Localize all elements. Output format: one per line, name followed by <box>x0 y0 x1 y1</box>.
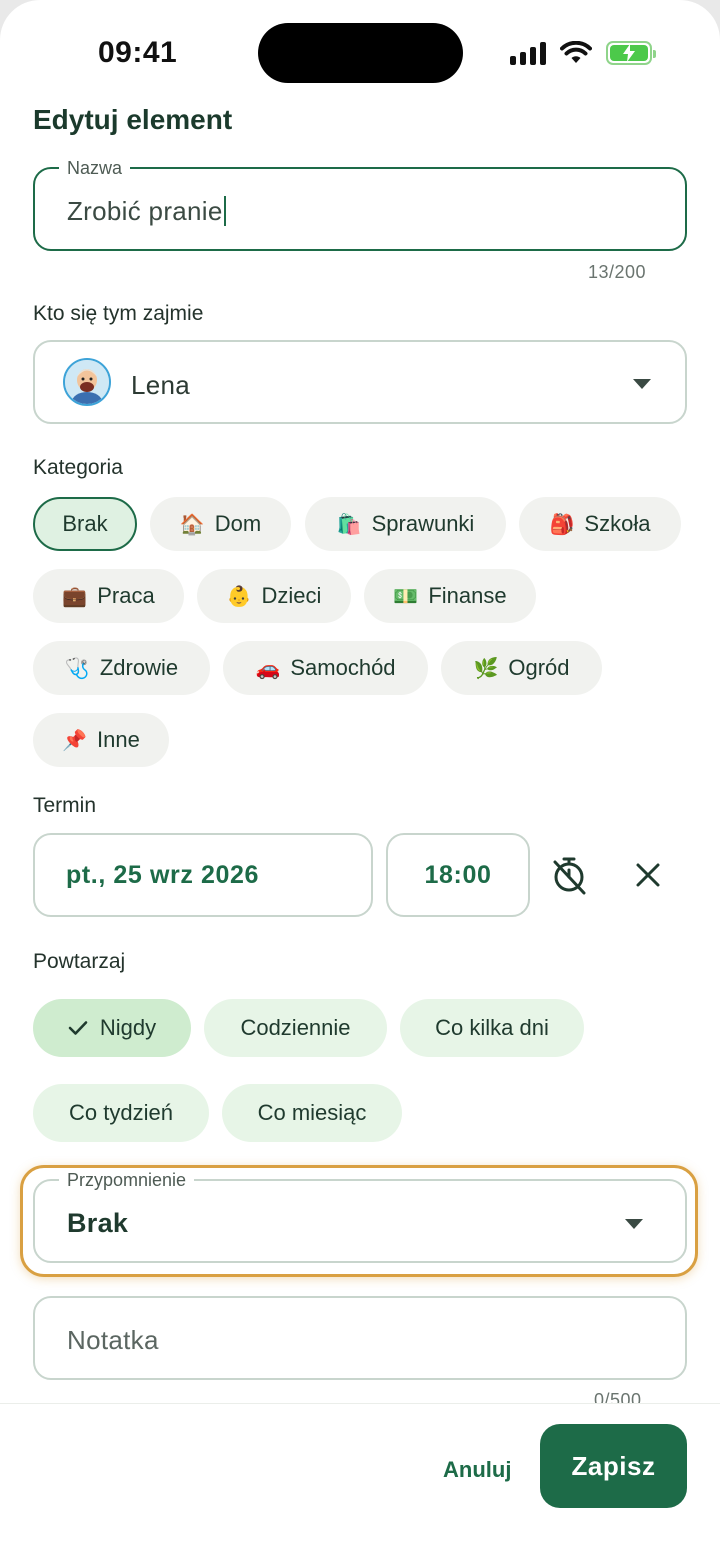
chip-label: Praca <box>97 583 155 608</box>
action-bar: Anuluj Zapisz <box>0 1403 720 1564</box>
category-chip-ogrod[interactable]: 🌿 Ogród <box>441 641 602 695</box>
chip-label: Nigdy <box>99 1015 157 1040</box>
category-chip-inne[interactable]: 📌 Inne <box>33 713 169 767</box>
category-chip-sprawunki[interactable]: 🛍️ Sprawunki <box>305 497 506 551</box>
edit-item-sheet: 09:41 Edytuj element Nazwa Zrobić pranie… <box>0 0 720 1564</box>
chevron-down-icon <box>633 379 651 389</box>
category-chip-dom[interactable]: 🏠 Dom <box>150 497 291 551</box>
due-time-value: 18:00 <box>424 860 492 889</box>
repeat-chip-co-miesiac[interactable]: Co miesiąc <box>222 1084 402 1142</box>
status-time: 09:41 <box>98 36 178 69</box>
cancel-button[interactable]: Anuluj <box>443 1457 511 1483</box>
chip-label: Dzieci <box>261 583 322 608</box>
stethoscope-icon: 🩺 <box>64 656 90 680</box>
briefcase-icon: 💼 <box>62 584 88 608</box>
chip-label: Inne <box>97 727 140 752</box>
dynamic-island <box>258 23 463 83</box>
note-placeholder: Notatka <box>67 1325 159 1355</box>
chip-label: Szkoła <box>584 511 651 536</box>
chevron-down-icon <box>625 1219 643 1229</box>
name-field-label: Nazwa <box>59 157 131 179</box>
wifi-icon <box>560 41 592 63</box>
page-title: Edytuj element <box>33 104 233 135</box>
category-chip-praca[interactable]: 💼 Praca <box>33 569 184 623</box>
assignee-label: Kto się tym zajmie <box>33 302 204 325</box>
chip-label: Sprawunki <box>371 511 475 536</box>
save-button[interactable]: Zapisz <box>540 1424 687 1508</box>
due-date-value: pt., 25 wrz 2026 <box>66 860 260 889</box>
check-icon <box>68 1021 88 1035</box>
name-field-value: Zrobić pranie <box>67 196 226 227</box>
chip-label: Ogród <box>508 655 570 680</box>
backpack-icon: 🎒 <box>549 512 575 536</box>
category-chip-szkola[interactable]: 🎒 Szkoła <box>519 497 681 551</box>
chip-label: Codziennie <box>240 1015 351 1040</box>
shopping-bags-icon: 🛍️ <box>336 512 362 536</box>
repeat-chip-nigdy[interactable]: Nigdy <box>33 999 191 1057</box>
money-icon: 💵 <box>393 584 419 608</box>
category-chip-samochod[interactable]: 🚗 Samochód <box>223 641 428 695</box>
chip-label: Co kilka dni <box>435 1015 549 1040</box>
avatar <box>63 358 111 406</box>
close-icon[interactable] <box>635 862 661 888</box>
reminder-select[interactable]: Przypomnienie Brak <box>33 1169 687 1263</box>
category-chip-finanse[interactable]: 💵 Finanse <box>364 569 536 623</box>
repeat-chip-codziennie[interactable]: Codziennie <box>204 999 387 1057</box>
category-chip-brak[interactable]: Brak <box>33 497 137 551</box>
reminder-value: Brak <box>67 1208 129 1238</box>
baby-icon: 👶 <box>226 584 252 608</box>
reminder-label: Przypomnienie <box>59 1169 195 1191</box>
due-date-button[interactable]: pt., 25 wrz 2026 <box>33 833 373 917</box>
name-field[interactable]: Nazwa Zrobić pranie <box>33 157 687 251</box>
repeat-chip-co-tydzien[interactable]: Co tydzień <box>33 1084 209 1142</box>
car-icon: 🚗 <box>255 656 281 680</box>
chip-label: Zdrowie <box>99 655 179 680</box>
timer-off-icon[interactable] <box>550 855 588 895</box>
note-field[interactable]: Notatka <box>33 1296 687 1380</box>
chip-label: Brak <box>62 511 108 536</box>
due-label: Termin <box>33 794 97 817</box>
chip-label: Dom <box>214 511 262 536</box>
chip-label: Finanse <box>428 583 507 608</box>
chip-label: Samochód <box>290 655 396 680</box>
category-label: Kategoria <box>33 456 123 479</box>
chip-label: Co tydzień <box>69 1100 173 1125</box>
chip-label: Co miesiąc <box>257 1100 367 1125</box>
category-chip-dzieci[interactable]: 👶 Dzieci <box>197 569 351 623</box>
herb-icon: 🌿 <box>473 656 499 680</box>
text-caret <box>223 196 226 226</box>
cellular-signal-icon <box>510 41 546 65</box>
battery-charging-icon <box>606 41 656 65</box>
name-char-counter: 13/200 <box>588 262 647 282</box>
repeat-label: Powtarzaj <box>33 950 126 973</box>
pushpin-icon: 📌 <box>62 728 88 752</box>
due-time-button[interactable]: 18:00 <box>386 833 530 917</box>
status-icons <box>510 38 656 68</box>
assignee-value: Lena <box>131 370 191 400</box>
house-icon: 🏠 <box>179 512 205 536</box>
assignee-select[interactable]: Lena <box>33 340 687 424</box>
category-chip-zdrowie[interactable]: 🩺 Zdrowie <box>33 641 210 695</box>
repeat-chip-co-kilka-dni[interactable]: Co kilka dni <box>400 999 584 1057</box>
